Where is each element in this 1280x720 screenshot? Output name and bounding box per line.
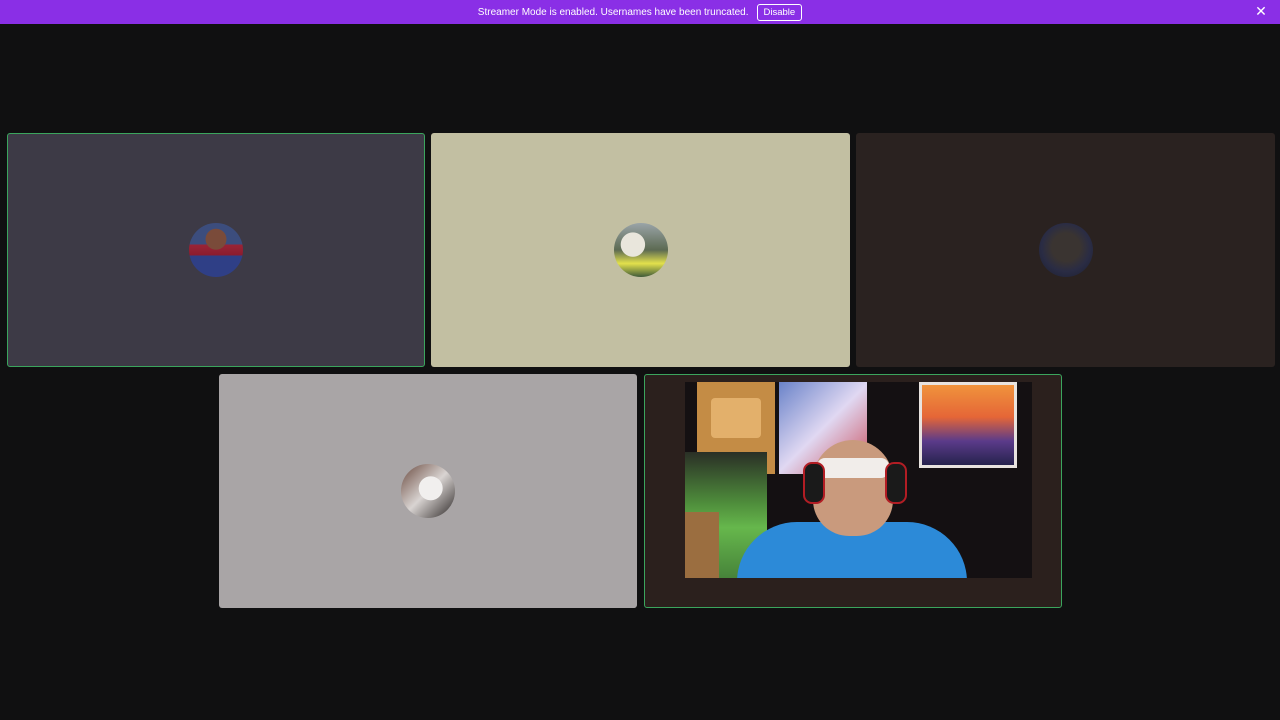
participant-avatar [189,223,243,277]
participant-tile[interactable] [219,374,637,608]
headphone-right [885,462,907,504]
disable-streamer-mode-button[interactable]: Disable [756,3,803,21]
box-decor [685,512,719,578]
participant-avatar [401,464,455,518]
headband [817,458,889,478]
participant-tile[interactable] [856,133,1275,367]
city-poster [919,382,1017,468]
headphone-left [803,462,825,504]
streamer-mode-text: Streamer Mode is enabled. Usernames have… [477,6,749,18]
webcam-video [685,382,1032,578]
streamer-mode-banner: Streamer Mode is enabled. Usernames have… [0,0,1280,24]
participant-avatar [1038,223,1093,277]
participant-tile[interactable] [7,133,425,367]
participant-tile[interactable] [431,133,850,367]
person-head [813,440,893,536]
participant-video-tile[interactable] [644,374,1062,608]
participant-avatar [613,223,668,277]
close-icon[interactable]: ✕ [1254,4,1268,18]
